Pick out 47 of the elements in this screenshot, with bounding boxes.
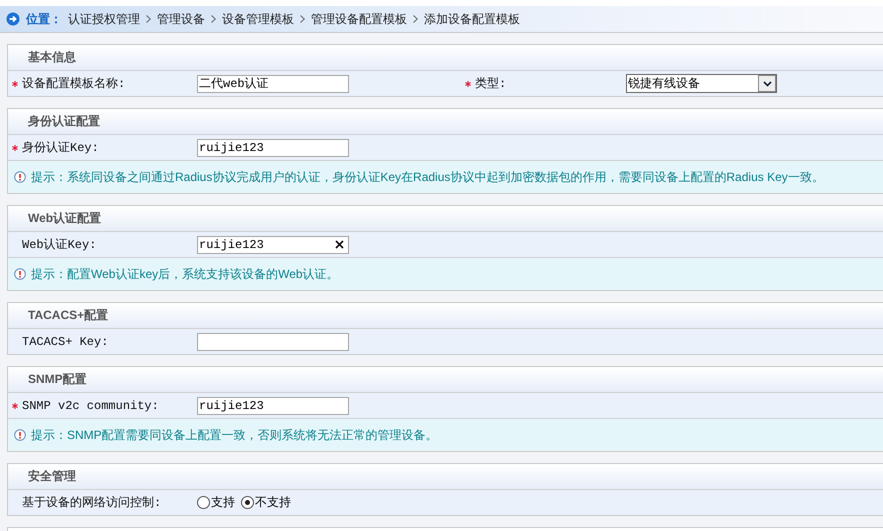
- arrow-circle-icon: [6, 12, 20, 26]
- radio-button[interactable]: [197, 496, 210, 509]
- radio-label[interactable]: 支持: [211, 494, 235, 511]
- field-label: 基于设备的网络访问控制:: [22, 495, 162, 511]
- info-icon: [14, 171, 26, 183]
- breadcrumb-link[interactable]: 添加设备配置模板: [424, 10, 520, 28]
- field-value: 二代web认证: [199, 76, 269, 92]
- section-title: 基本信息: [28, 49, 76, 66]
- chevron-right-icon: [300, 15, 305, 23]
- hint-text: 提示：配置Web认证key后，系统支持该设备的Web认证。: [31, 266, 339, 282]
- field-label: 类型:: [475, 76, 508, 92]
- field-label: 身份认证Key:: [22, 140, 100, 156]
- breadcrumb-link[interactable]: 管理设备: [157, 10, 205, 28]
- input-field[interactable]: ruijie123: [197, 138, 349, 156]
- breadcrumb-link[interactable]: 认证授权管理: [68, 10, 140, 28]
- chevron-down-icon: [762, 80, 772, 86]
- section-title: SNMP配置: [28, 371, 87, 388]
- section-title: 身份认证配置: [28, 113, 100, 130]
- field-label: TACACS+ Key:: [22, 334, 110, 348]
- chevron-right-icon: [413, 15, 418, 23]
- radio-button[interactable]: [241, 496, 254, 509]
- input-field[interactable]: [197, 332, 349, 350]
- info-icon: [14, 268, 26, 280]
- breadcrumb-link[interactable]: 管理设备配置模板: [311, 10, 407, 28]
- hint-text: 提示：SNMP配置需要同设备上配置一致，否则系统将无法正常的管理设备。: [31, 426, 438, 444]
- radio-label[interactable]: 不支持: [255, 494, 291, 511]
- field-label: 设备配置模板名称:: [22, 76, 126, 92]
- section-title: 安全管理: [28, 468, 76, 485]
- clear-icon[interactable]: [335, 240, 344, 249]
- input-field[interactable]: ruijie123: [197, 236, 349, 254]
- breadcrumb-link[interactable]: 设备管理模板: [222, 10, 294, 28]
- field-value: ruijie123: [199, 398, 264, 412]
- section-title: Web认证配置: [28, 210, 102, 227]
- chevron-right-icon: [211, 15, 216, 23]
- type-select[interactable]: 锐捷有线设备: [626, 74, 777, 93]
- chevron-right-icon: [146, 15, 151, 23]
- field-value: ruijie123: [199, 238, 264, 252]
- field-value: ruijie123: [199, 140, 264, 154]
- info-icon: [14, 429, 26, 441]
- input-field[interactable]: 二代web认证: [197, 74, 349, 92]
- field-label: Web认证Key:: [22, 237, 98, 253]
- location-label: 位置：: [26, 10, 62, 28]
- input-field[interactable]: ruijie123: [197, 396, 349, 414]
- field-label: SNMP v2c community:: [22, 398, 160, 412]
- select-value: 锐捷有线设备: [628, 75, 700, 92]
- section-title: TACACS+配置: [28, 307, 108, 324]
- hint-text: 提示：系统同设备之间通过Radius协议完成用户的认证，身份认证Key在Radius协议中起到加密数据包的作用，需要同设备上配置的Radius Key一致。: [31, 168, 824, 186]
